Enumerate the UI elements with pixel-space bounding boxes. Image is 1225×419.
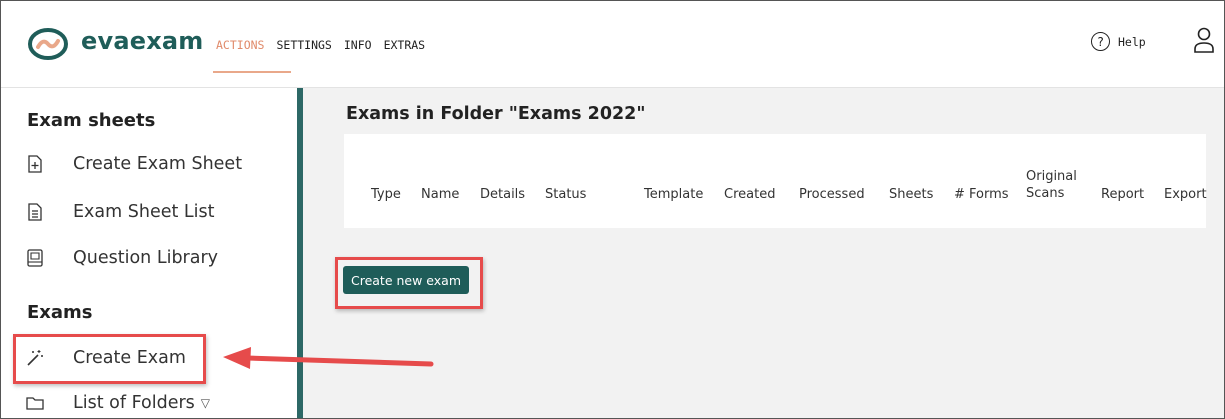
sidebar-item-label: Create Exam Sheet bbox=[73, 154, 243, 174]
help-button[interactable]: ? Help bbox=[1091, 32, 1146, 51]
evaexam-logo-icon[interactable] bbox=[27, 26, 69, 62]
top-bar: evaexam ACTIONS SETTINGS INFO EXTRAS ? H… bbox=[1, 1, 1224, 88]
book-icon bbox=[25, 248, 45, 268]
active-nav-indicator bbox=[213, 71, 291, 73]
column-header-original-scans[interactable]: Original Scans bbox=[1026, 168, 1082, 202]
sidebar-item-label: Question Library bbox=[73, 248, 219, 268]
page-title: Exams in Folder "Exams 2022" bbox=[346, 104, 646, 124]
dropdown-triangle-icon[interactable]: ▽ bbox=[201, 396, 210, 410]
user-icon[interactable] bbox=[1193, 27, 1215, 53]
nav-info[interactable]: INFO bbox=[344, 38, 372, 52]
column-header-status[interactable]: Status bbox=[545, 186, 586, 203]
exams-table: Type Name Details Status Template Create… bbox=[344, 134, 1207, 228]
section-title-exams: Exams bbox=[27, 302, 93, 323]
sidebar-item-question-library[interactable]: Question Library bbox=[25, 248, 218, 268]
app-window: evaexam ACTIONS SETTINGS INFO EXTRAS ? H… bbox=[0, 0, 1225, 419]
column-header-sheets[interactable]: Sheets bbox=[889, 186, 933, 203]
column-header-name[interactable]: Name bbox=[421, 186, 459, 203]
nav-extras[interactable]: EXTRAS bbox=[384, 38, 426, 52]
highlight-box-create-exam bbox=[13, 334, 206, 384]
main-nav: ACTIONS SETTINGS INFO EXTRAS bbox=[216, 38, 425, 52]
arrow-icon bbox=[223, 347, 434, 369]
column-header-export[interactable]: Export bbox=[1164, 186, 1207, 203]
column-header-report[interactable]: Report bbox=[1101, 186, 1144, 203]
sidebar-item-label: Exam Sheet List bbox=[73, 202, 215, 222]
highlight-box-create-button bbox=[335, 257, 483, 309]
help-label: Help bbox=[1118, 34, 1146, 49]
column-header-type[interactable]: Type bbox=[371, 186, 401, 203]
nav-settings[interactable]: SETTINGS bbox=[276, 38, 331, 52]
file-plus-icon bbox=[25, 154, 45, 174]
section-title-exam-sheets: Exam sheets bbox=[27, 110, 156, 131]
column-header-details[interactable]: Details bbox=[480, 186, 525, 203]
column-header-created[interactable]: Created bbox=[724, 186, 775, 203]
folder-icon bbox=[25, 393, 45, 413]
sidebar-item-create-exam-sheet[interactable]: Create Exam Sheet bbox=[25, 154, 242, 174]
file-list-icon bbox=[25, 202, 45, 222]
nav-actions[interactable]: ACTIONS bbox=[216, 38, 264, 52]
sidebar-item-list-of-folders[interactable]: List of Folders ▽ bbox=[25, 393, 210, 413]
column-header-forms[interactable]: # Forms bbox=[954, 186, 1009, 203]
sidebar-item-label: List of Folders bbox=[73, 393, 195, 413]
column-header-processed[interactable]: Processed bbox=[799, 186, 865, 203]
sidebar-item-exam-sheet-list[interactable]: Exam Sheet List bbox=[25, 202, 215, 222]
brand-name[interactable]: evaexam bbox=[81, 27, 203, 55]
column-header-template[interactable]: Template bbox=[644, 186, 703, 203]
help-circle-icon: ? bbox=[1091, 32, 1110, 51]
